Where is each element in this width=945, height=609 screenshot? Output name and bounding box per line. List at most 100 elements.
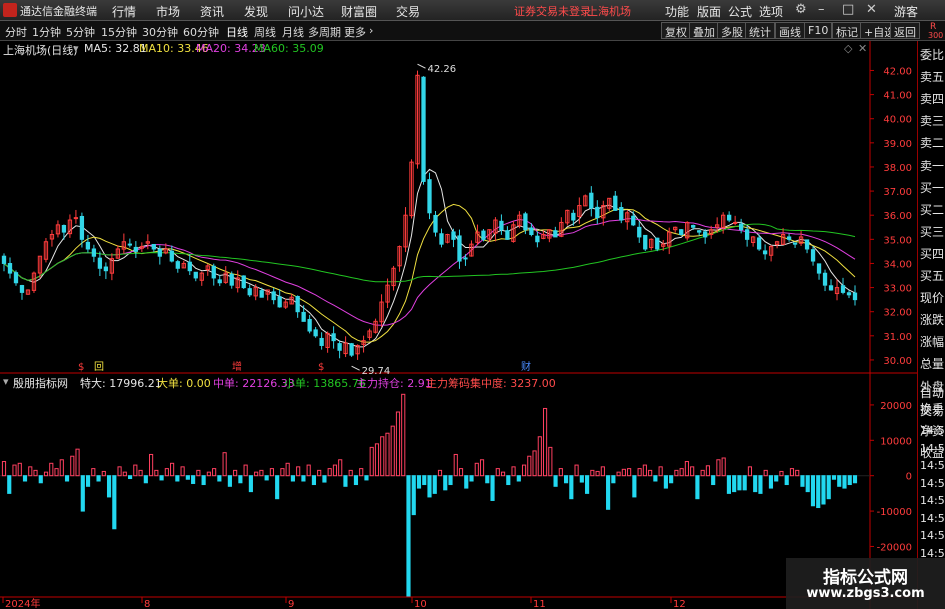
side-quote-label: 委比 bbox=[920, 48, 945, 62]
indicator-bar-up bbox=[527, 455, 532, 477]
indicator-bar-up bbox=[254, 471, 259, 477]
indicator-bar-down bbox=[22, 475, 28, 482]
indicator-bar-up bbox=[149, 453, 154, 477]
indicator-bar-up bbox=[359, 468, 364, 477]
candle-body bbox=[595, 206, 600, 219]
candle-body bbox=[247, 288, 252, 296]
side-quote-label: 涨幅 bbox=[920, 335, 945, 350]
event-marker: 财 bbox=[521, 360, 531, 373]
indicator-bar-up bbox=[101, 470, 106, 477]
indicator-bar-up bbox=[453, 453, 458, 477]
indicator-bar-up bbox=[763, 469, 768, 477]
candle-body bbox=[295, 295, 300, 313]
indicator-bar-up bbox=[595, 470, 600, 477]
candle-body bbox=[277, 296, 282, 308]
indicator-bar-up bbox=[621, 468, 626, 477]
indicator-bar-down bbox=[632, 475, 637, 498]
indicator-bar-up bbox=[479, 459, 485, 477]
candle-body bbox=[804, 239, 810, 250]
candle-body bbox=[427, 179, 432, 214]
indicator-bar-up bbox=[206, 471, 211, 477]
candle-body bbox=[637, 226, 642, 238]
low-marker bbox=[351, 365, 360, 371]
event-marker: $ bbox=[318, 362, 324, 373]
side-quote-label: 买四 bbox=[920, 246, 945, 261]
indicator-bar-down bbox=[768, 475, 774, 489]
price-tick-label: 37.00 bbox=[883, 187, 912, 198]
candle-body bbox=[133, 246, 138, 252]
ma60-line bbox=[3, 223, 856, 283]
candlesticks[interactable] bbox=[1, 70, 858, 360]
time-tick-label: 10 bbox=[414, 599, 427, 609]
event-marker: 回 bbox=[94, 361, 104, 373]
indicator-bar-up bbox=[70, 455, 75, 477]
quote-side-panel: 委比 卖五 卖四 卖三 卖二 卖一 买一 买二 买三 买四 买五 现价 涨跌 涨幅 总量 外盘 换手 净资 收益 自动… bbox=[917, 41, 945, 609]
indicator-bar-up bbox=[212, 468, 217, 477]
indicator-bar-up bbox=[374, 443, 380, 477]
indicator-bar-up bbox=[332, 464, 338, 477]
time-tick-label: 2024年 bbox=[5, 597, 40, 609]
candle-body bbox=[499, 220, 504, 231]
indicator-tick-label: -10000 bbox=[877, 507, 912, 518]
candle-body bbox=[337, 343, 342, 351]
indicator-bar-down bbox=[185, 475, 190, 480]
indicator-bar-down bbox=[611, 475, 616, 484]
indicator-bar-up bbox=[117, 466, 122, 477]
candle-body bbox=[535, 235, 540, 243]
auto-trade-toggle[interactable]: 自动 bbox=[920, 384, 944, 401]
indicator-bar-up bbox=[537, 436, 542, 477]
candle-body bbox=[217, 279, 222, 284]
trade-time: 14:56 bbox=[920, 529, 945, 542]
indicator-bar-down bbox=[406, 475, 411, 597]
candle-body bbox=[846, 292, 852, 296]
indicator-bar-down bbox=[248, 475, 253, 493]
side-quote-label: 卖一 bbox=[920, 158, 945, 173]
low-price-label: 29.74 bbox=[362, 366, 391, 377]
watermark-title: 指标公式网 bbox=[823, 568, 908, 588]
indicator-bar-up bbox=[75, 448, 80, 477]
indicator-bar-down bbox=[847, 475, 852, 486]
candle-body bbox=[726, 214, 732, 221]
trade-time: 14:56 bbox=[920, 494, 945, 507]
candle-body bbox=[822, 272, 828, 286]
indicator-bar-up bbox=[338, 459, 343, 477]
indicator-bar-down bbox=[264, 475, 269, 481]
indicator-bar-up bbox=[511, 466, 516, 477]
candle-body bbox=[792, 242, 798, 245]
indicator-bar-down bbox=[579, 475, 584, 483]
indicator-bar-up bbox=[590, 469, 595, 477]
indicator-bar-up bbox=[574, 464, 579, 477]
indicator-bar-up bbox=[542, 407, 548, 477]
indicator-bar-up bbox=[789, 468, 795, 477]
candle-body bbox=[691, 224, 696, 228]
event-marker: 增 bbox=[232, 360, 242, 373]
indicator-bar-up bbox=[795, 469, 800, 477]
price-tick-label: 36.00 bbox=[883, 211, 912, 222]
indicator-bar-up bbox=[395, 411, 401, 477]
indicator-bar-up bbox=[616, 471, 621, 477]
indicator-bars[interactable] bbox=[1, 393, 858, 597]
indicator-bar-up bbox=[779, 470, 784, 477]
indicator-bar-up bbox=[259, 469, 264, 477]
indicator-bar-up bbox=[385, 432, 390, 477]
price-tick-label: 33.00 bbox=[883, 284, 912, 295]
indicator-bar-down bbox=[837, 475, 842, 487]
candle-body bbox=[756, 237, 762, 250]
indicator-bar-down bbox=[753, 475, 758, 493]
indicator-bar-down bbox=[364, 475, 369, 481]
indicator-bar-up bbox=[521, 464, 527, 477]
candle-body bbox=[319, 337, 324, 346]
time-tick-label: 12 bbox=[673, 599, 686, 609]
kline-chart[interactable]: 42.00 41.00 40.00 39.00 38.00 37.00 36.00 35.00… bbox=[0, 0, 917, 609]
indicator-bar-up bbox=[12, 464, 17, 477]
candle-body bbox=[73, 217, 79, 220]
indicator-tick-label: 10000 bbox=[880, 436, 912, 447]
indicator-bar-down bbox=[810, 475, 816, 507]
indicator-bar-down bbox=[290, 475, 295, 482]
indicator-bar-up bbox=[627, 468, 632, 477]
candle-body bbox=[589, 192, 594, 209]
corner-num-label: 300 bbox=[928, 31, 944, 40]
indicator-bar-up bbox=[222, 452, 227, 477]
indicator-bar-up bbox=[59, 459, 64, 477]
candle-body bbox=[259, 290, 264, 298]
